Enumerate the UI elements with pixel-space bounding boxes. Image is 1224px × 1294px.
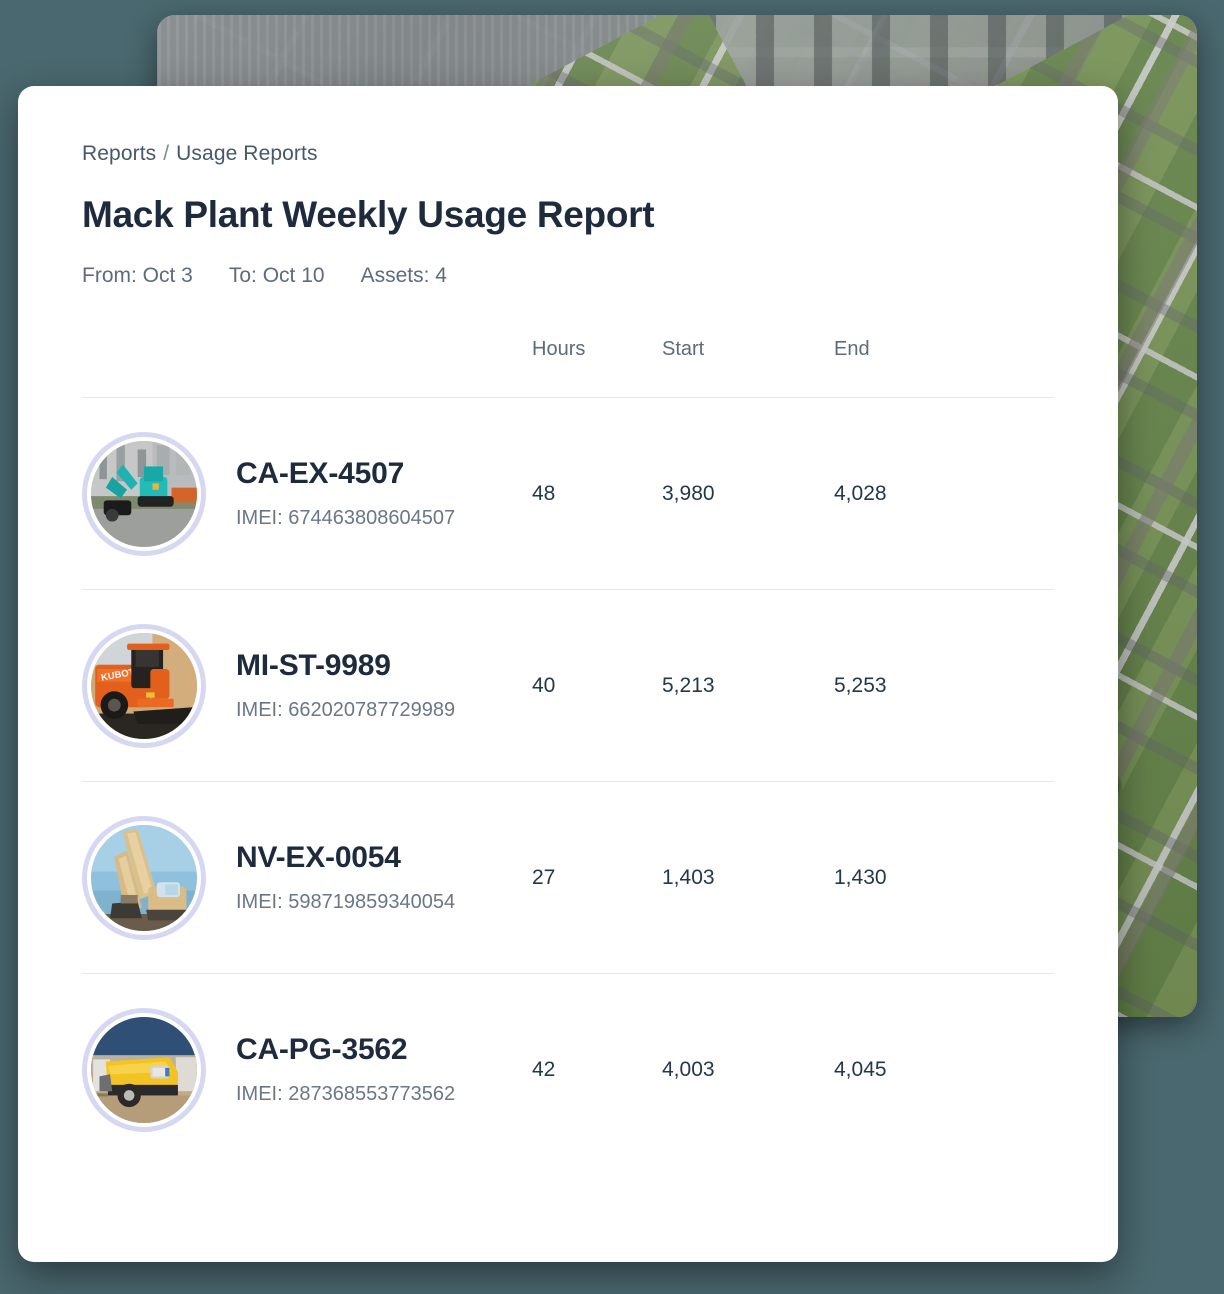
breadcrumb-usage-reports[interactable]: Usage Reports: [176, 142, 317, 165]
usage-table-head: Hours Start End: [82, 338, 1054, 398]
column-header-asset: [82, 338, 532, 398]
asset-end: 4,045: [834, 974, 1054, 1166]
column-header-hours: Hours: [532, 338, 662, 398]
usage-table-header-row: Hours Start End: [82, 338, 1054, 398]
report-meta: From: Oct 3 To: Oct 10 Assets: 4: [82, 264, 1054, 288]
column-header-end: End: [834, 338, 1054, 398]
avatar: [82, 1008, 206, 1132]
asset-start: 5,213: [662, 590, 834, 782]
avatar: KUBOTA: [82, 624, 206, 748]
meta-to-date: To: Oct 10: [229, 264, 325, 287]
meta-asset-count: Assets: 4: [361, 264, 447, 287]
asset-hours: 48: [532, 398, 662, 590]
asset-cell: KUBOTA: [82, 590, 532, 782]
table-row[interactable]: CA-EX-4507 IMEI: 674463808604507 48 3,98…: [82, 398, 1054, 590]
orange-kubota-skid-steer-photo-icon: KUBOTA: [91, 633, 197, 739]
asset-cell: NV-EX-0054 IMEI: 598719859340054: [82, 782, 532, 974]
asset-id[interactable]: NV-EX-0054: [236, 841, 455, 875]
asset-imei: IMEI: 287368553773562: [236, 1083, 455, 1106]
breadcrumb-reports[interactable]: Reports: [82, 142, 156, 165]
usage-report-card: Reports / Usage Reports Mack Plant Weekly …: [18, 86, 1118, 1262]
asset-id[interactable]: MI-ST-9989: [236, 649, 455, 683]
asset-start: 3,980: [662, 398, 834, 590]
asset-end: 5,253: [834, 590, 1054, 782]
breadcrumb: Reports / Usage Reports: [82, 142, 1054, 166]
avatar: [82, 432, 206, 556]
asset-hours: 42: [532, 974, 662, 1166]
asset-id[interactable]: CA-EX-4507: [236, 457, 455, 491]
asset-hours: 27: [532, 782, 662, 974]
meta-from-date: From: Oct 3: [82, 264, 193, 287]
asset-imei: IMEI: 662020787729989: [236, 699, 455, 722]
yellow-towable-compressor-photo-icon: [91, 1017, 197, 1123]
asset-start: 1,403: [662, 782, 834, 974]
table-row[interactable]: KUBOTA: [82, 590, 1054, 782]
asset-end: 4,028: [834, 398, 1054, 590]
page-title: Mack Plant Weekly Usage Report: [82, 194, 1054, 236]
table-row[interactable]: CA-PG-3562 IMEI: 287368553773562 42 4,00…: [82, 974, 1054, 1166]
usage-table-body: CA-EX-4507 IMEI: 674463808604507 48 3,98…: [82, 398, 1054, 1166]
asset-cell: CA-EX-4507 IMEI: 674463808604507: [82, 398, 532, 590]
table-row[interactable]: NV-EX-0054 IMEI: 598719859340054 27 1,40…: [82, 782, 1054, 974]
asset-hours: 40: [532, 590, 662, 782]
breadcrumb-separator: /: [163, 142, 169, 165]
asset-id[interactable]: CA-PG-3562: [236, 1033, 455, 1067]
column-header-start: Start: [662, 338, 834, 398]
usage-table: Hours Start End: [82, 338, 1054, 1166]
tan-excavator-boom-photo-icon: [91, 825, 197, 931]
asset-imei: IMEI: 598719859340054: [236, 891, 455, 914]
avatar: [82, 816, 206, 940]
asset-start: 4,003: [662, 974, 834, 1166]
asset-cell: CA-PG-3562 IMEI: 287368553773562: [82, 974, 532, 1166]
asset-end: 1,430: [834, 782, 1054, 974]
teal-mini-excavator-photo-icon: [91, 441, 197, 547]
asset-imei: IMEI: 674463808604507: [236, 507, 455, 530]
